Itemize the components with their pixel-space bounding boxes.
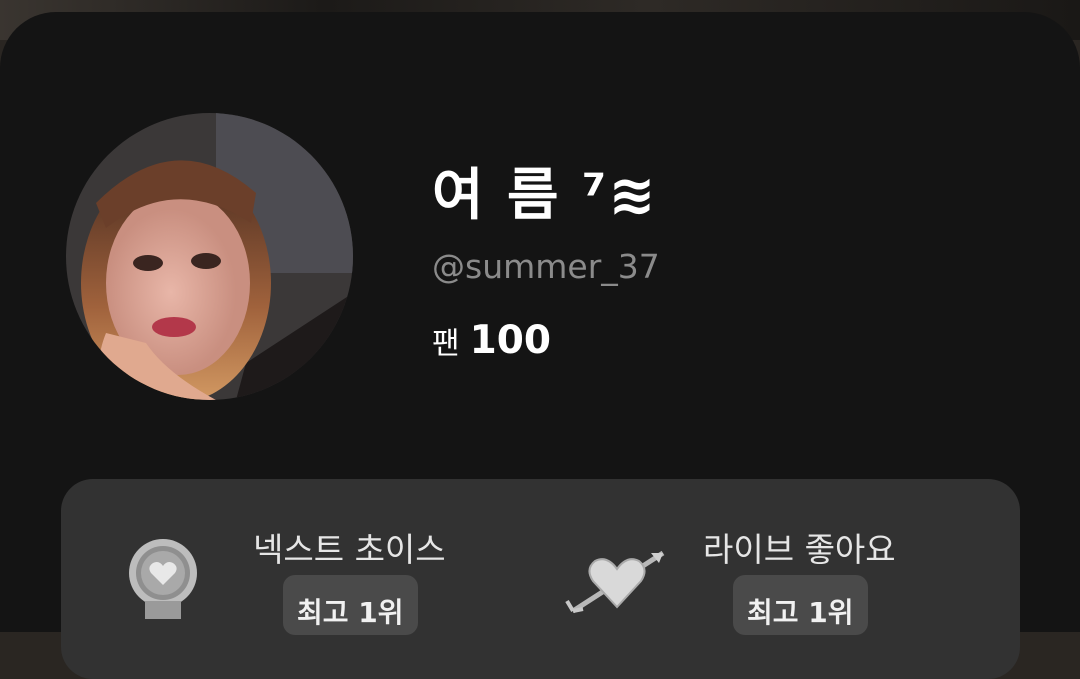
badge-live-likes[interactable]: 라이브 좋아요 최고 1위 bbox=[541, 479, 1020, 679]
achievement-badges-panel: 넥스트 초이스 최고 1위 라이브 좋아요 최고 1위 bbox=[61, 479, 1020, 679]
fans-count-value: 100 bbox=[469, 318, 552, 363]
heart-arrow-icon bbox=[565, 545, 669, 619]
display-name: 여 름 ⁷≋ bbox=[432, 163, 658, 228]
user-handle: @summer_37 bbox=[432, 247, 660, 286]
badge-next-choice[interactable]: 넥스트 초이스 최고 1위 bbox=[61, 479, 521, 679]
badge-title: 넥스트 초이스 bbox=[253, 530, 446, 569]
badge-title: 라이브 좋아요 bbox=[703, 530, 896, 569]
badge-rank: 최고 1위 bbox=[283, 575, 418, 635]
badge-rank: 최고 1위 bbox=[733, 575, 868, 635]
avatar[interactable] bbox=[66, 113, 353, 400]
fan-count[interactable]: 팬 100 bbox=[432, 318, 551, 363]
avatar-photo bbox=[66, 113, 353, 400]
heart-medal-icon bbox=[127, 539, 199, 623]
fans-label: 팬 bbox=[432, 326, 460, 362]
